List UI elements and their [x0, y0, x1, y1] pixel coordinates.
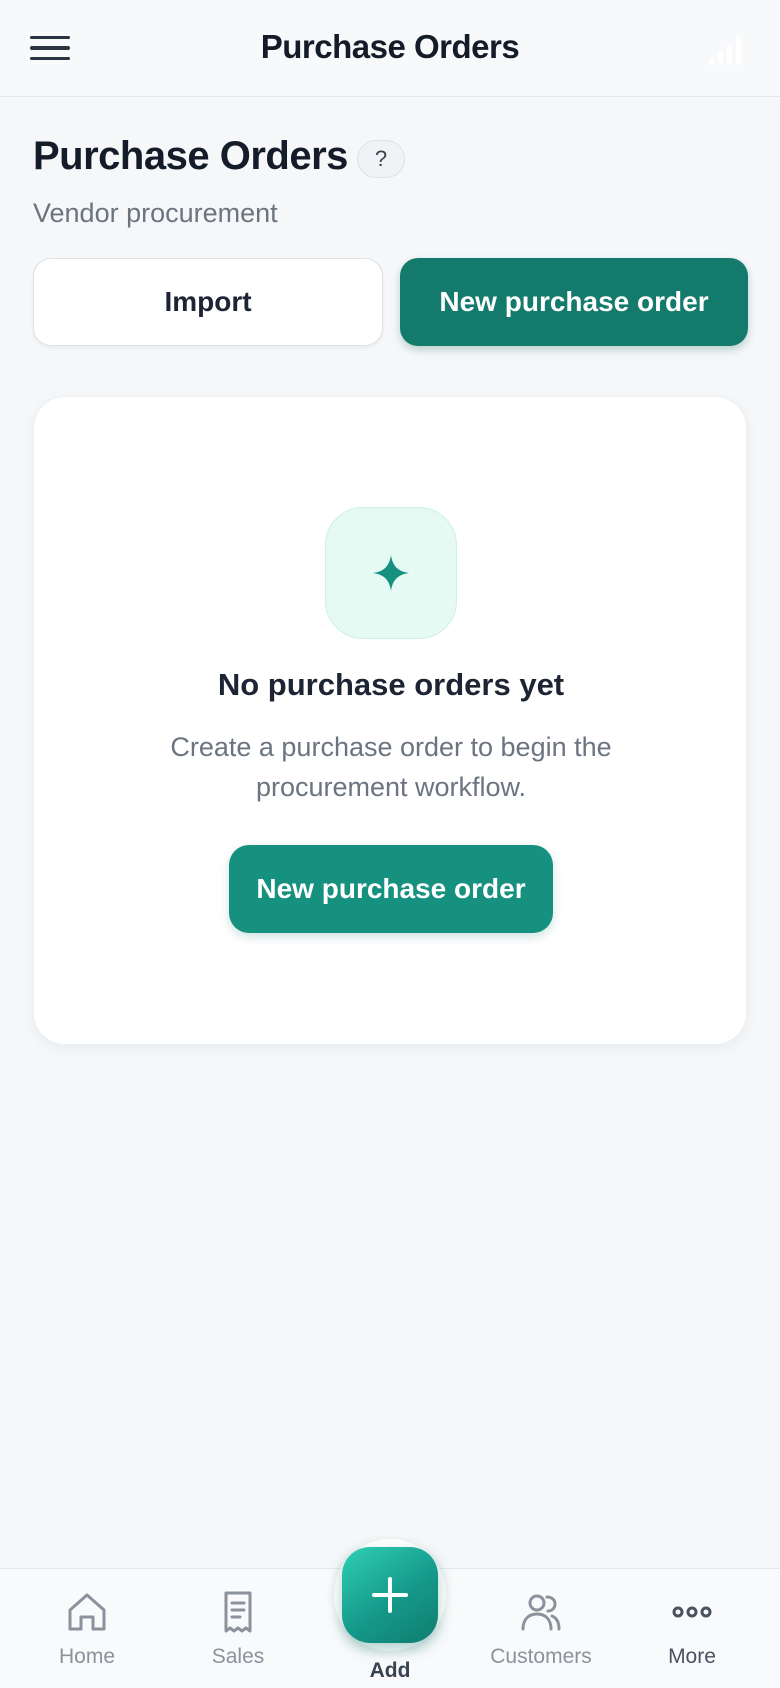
- add-button[interactable]: [342, 1547, 438, 1643]
- signal-bars-icon: [709, 36, 741, 65]
- bottom-navigation: Home Sales Add Customers More: [0, 1539, 780, 1688]
- nav-item-sales[interactable]: Sales: [163, 1569, 313, 1688]
- new-purchase-order-button[interactable]: New purchase order: [400, 258, 748, 346]
- top-app-bar: Purchase Orders: [0, 0, 780, 97]
- nav-label-add: Add: [369, 1659, 411, 1682]
- more-dots-icon: [672, 1606, 712, 1618]
- empty-state-card: No purchase orders yet Create a purchase…: [33, 396, 747, 1045]
- empty-state-title: No purchase orders yet: [217, 667, 565, 702]
- users-icon: [521, 1594, 561, 1631]
- import-button[interactable]: Import: [33, 258, 383, 346]
- home-icon: [68, 1593, 106, 1631]
- empty-state-new-purchase-order-button[interactable]: New purchase order: [229, 845, 553, 933]
- empty-state-description: Create a purchase order to begin the pro…: [170, 732, 612, 802]
- nav-label-customers: Customers: [490, 1645, 592, 1668]
- topbar-title: Purchase Orders: [260, 28, 520, 65]
- sparkle-icon: [373, 555, 409, 591]
- nav-item-customers[interactable]: Customers: [466, 1569, 616, 1688]
- help-button[interactable]: ?: [357, 140, 405, 178]
- nav-label-more: More: [668, 1645, 716, 1668]
- nav-item-more[interactable]: More: [617, 1569, 767, 1688]
- page-title: Purchase Orders: [33, 134, 348, 178]
- plus-icon: [372, 1577, 408, 1613]
- nav-label-sales: Sales: [211, 1645, 265, 1668]
- empty-state-icon-tile: [325, 507, 457, 639]
- nav-label-home: Home: [58, 1645, 116, 1668]
- nav-item-home[interactable]: Home: [12, 1569, 162, 1688]
- receipt-icon: [224, 1591, 252, 1633]
- app-root: Purchase Orders Purchase Orders ? Vendor…: [0, 0, 780, 1688]
- page-subtitle: Vendor procurement: [33, 198, 278, 228]
- add-fab-ring: [334, 1539, 446, 1651]
